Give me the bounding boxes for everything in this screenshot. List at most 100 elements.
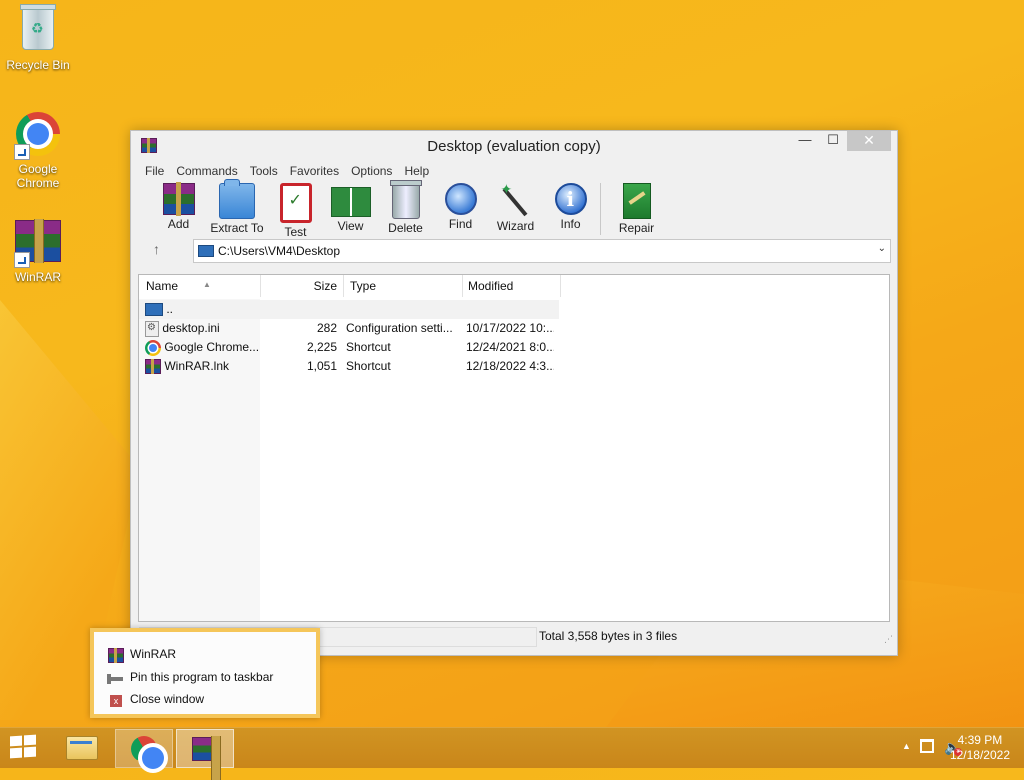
view-button[interactable]: View (323, 181, 378, 233)
window-title: Desktop (evaluation copy) (427, 138, 601, 155)
taskbar: ▲ 🔈 × 4:39 PM 12/18/2022 (0, 727, 1024, 780)
winrar-icon (108, 648, 124, 664)
toolbar: Add Extract To Test View Delete Find Wiz… (131, 179, 897, 239)
pin-icon (107, 673, 123, 684)
clock[interactable]: 4:39 PM 12/18/2022 (950, 733, 1010, 763)
computer-icon (198, 245, 214, 257)
add-archive-icon (162, 182, 195, 216)
file-modified: 12/24/2021 8:0... (466, 340, 554, 354)
menu-favorites[interactable]: Favorites (284, 164, 345, 178)
network-icon[interactable] (920, 739, 934, 753)
info-button[interactable]: Info (543, 181, 598, 231)
title-bar[interactable]: Desktop (evaluation copy) — ☐ ✕ (131, 131, 897, 161)
windows-logo-pane (10, 747, 22, 759)
taskbar-google-chrome[interactable] (115, 729, 173, 769)
info-label: Info (560, 217, 581, 231)
jumplist-label: WinRAR (130, 647, 177, 661)
jumplist-item-winrar[interactable]: WinRAR (108, 645, 177, 664)
file-modified: 10/17/2022 10:... (466, 321, 554, 335)
jumplist-item-pin[interactable]: Pin this program to taskbar (107, 668, 274, 686)
wizard-button[interactable]: Wizard (488, 181, 543, 233)
wizard-label: Wizard (496, 219, 535, 233)
shortcut-arrow-icon (14, 252, 30, 268)
column-header-modified[interactable]: Modified (463, 275, 561, 297)
repair-kit-icon (622, 183, 651, 219)
desktop-icon-label: WinRAR (14, 270, 61, 284)
table-row[interactable]: desktop.ini 282 Configuration setti... 1… (139, 319, 559, 338)
file-modified: 12/18/2022 4:3... (466, 359, 554, 373)
extract-to-button[interactable]: Extract To (206, 179, 268, 235)
taskbar-winrar[interactable] (176, 729, 234, 780)
file-type: Shortcut (346, 340, 391, 354)
start-button[interactable] (10, 734, 38, 760)
menu-options[interactable]: Options (345, 164, 398, 178)
view-book-icon (330, 187, 371, 217)
desktop-icon-label: Google Chrome (16, 162, 60, 190)
recycle-bin-icon (20, 4, 56, 50)
jumplist-label: Close window (130, 692, 205, 706)
jumplist-label: Pin this program to taskbar (130, 670, 274, 684)
column-header-size[interactable]: Size (261, 275, 344, 297)
menu-bar: File Commands Tools Favorites Options He… (131, 161, 897, 181)
address-path[interactable]: C:\Users\VM4\Desktop (218, 244, 340, 258)
menu-commands[interactable]: Commands (170, 164, 243, 178)
table-row[interactable]: WinRAR.lnk 1,051 Shortcut 12/18/2022 4:3… (139, 357, 559, 376)
address-combobox[interactable]: C:\Users\VM4\Desktop ⌄ (193, 239, 891, 263)
file-type: Configuration setti... (346, 321, 453, 335)
show-hidden-icons-icon[interactable]: ▲ (902, 741, 911, 751)
trash-icon (389, 180, 422, 219)
table-row[interactable]: Google Chrome.... 2,225 Shortcut 12/24/2… (139, 338, 559, 357)
sort-ascending-icon: ▲ (203, 280, 211, 289)
clock-time: 4:39 PM (957, 733, 1003, 747)
file-explorer-icon (66, 735, 98, 760)
desktop-icon-google-chrome[interactable]: Google Chrome (0, 110, 76, 190)
repair-button[interactable]: Repair (609, 181, 664, 235)
find-label: Find (448, 217, 473, 231)
file-size: 2,225 (306, 340, 337, 354)
resize-grip-icon[interactable]: ⋰ (884, 634, 893, 645)
table-row[interactable]: .. (139, 300, 559, 319)
file-name: Google Chrome.... (164, 340, 259, 355)
status-summary: Total 3,558 bytes in 3 files (539, 629, 678, 643)
column-header-row: Name ▲ Size Type Modified (139, 275, 889, 297)
menu-tools[interactable]: Tools (244, 164, 284, 178)
view-label: View (337, 219, 364, 233)
add-button[interactable]: Add (151, 181, 206, 231)
parent-folder-icon (145, 303, 163, 317)
file-size: 282 (316, 321, 337, 335)
find-button[interactable]: Find (433, 181, 488, 231)
repair-label: Repair (618, 221, 655, 235)
chrome-icon (131, 735, 164, 769)
shortcut-arrow-icon (14, 144, 30, 160)
windows-logo-pane (24, 746, 36, 758)
clock-date: 12/18/2022 (949, 748, 1010, 762)
test-button[interactable]: Test (268, 181, 323, 239)
file-size: 1,051 (306, 359, 337, 373)
file-list[interactable]: Name ▲ Size Type Modified .. desktop.ini … (138, 274, 890, 622)
close-window-icon: x (110, 694, 122, 707)
up-one-level-icon[interactable]: ↑ (153, 241, 160, 257)
windows-logo-pane (24, 734, 36, 746)
maximize-button[interactable]: ☐ (819, 131, 847, 151)
delete-button[interactable]: Delete (378, 180, 433, 235)
address-row: ↑ C:\Users\VM4\Desktop ⌄ (131, 237, 897, 263)
winrar-icon (192, 735, 221, 780)
chevron-down-icon[interactable]: ⌄ (878, 243, 886, 254)
close-button[interactable]: ✕ (847, 131, 891, 151)
desktop-icon-recycle-bin[interactable]: Recycle Bin (0, 4, 76, 72)
menu-help[interactable]: Help (398, 164, 435, 178)
file-name: WinRAR.lnk (164, 359, 230, 373)
taskbar-jump-list: WinRAR Pin this program to taskbar x Clos… (90, 628, 320, 718)
menu-file[interactable]: File (139, 164, 170, 178)
desktop-icon-winrar[interactable]: WinRAR (0, 216, 76, 284)
minimize-button[interactable]: — (791, 131, 819, 151)
info-icon (554, 183, 587, 215)
add-label: Add (167, 217, 190, 231)
taskbar-file-explorer[interactable] (54, 729, 110, 766)
file-name: desktop.ini (162, 321, 220, 336)
jumplist-item-close-window[interactable]: x Close window (108, 690, 204, 708)
chrome-icon (145, 340, 161, 356)
column-header-name[interactable]: Name ▲ (139, 275, 261, 297)
column-header-type[interactable]: Type (344, 275, 463, 297)
magnifier-icon (444, 183, 477, 215)
